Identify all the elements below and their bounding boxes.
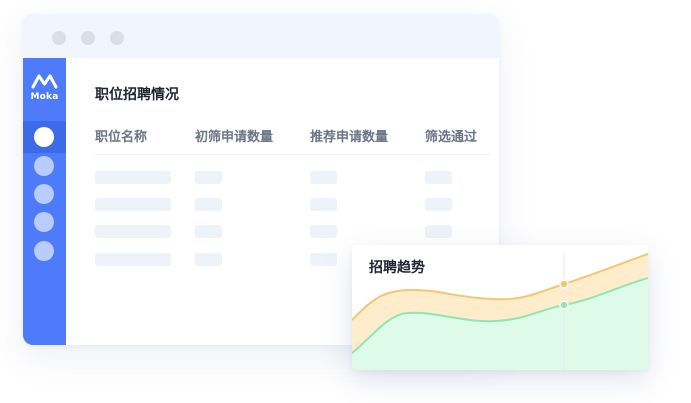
cell-placeholder xyxy=(195,198,222,211)
upper-series-marker[interactable] xyxy=(559,279,569,289)
sidebar-nav-item[interactable] xyxy=(34,184,54,204)
cell-placeholder xyxy=(425,171,452,184)
lower-series-marker[interactable] xyxy=(559,300,569,310)
moka-logo-mark-icon xyxy=(31,74,58,89)
sidebar-nav-item[interactable] xyxy=(34,212,54,232)
cell-placeholder xyxy=(95,225,171,238)
cell-placeholder xyxy=(310,225,337,238)
cell-placeholder xyxy=(310,171,337,184)
cell-placeholder xyxy=(95,171,171,184)
column-header-position-name: 职位名称 xyxy=(95,130,148,145)
cell-placeholder xyxy=(425,225,452,238)
cell-placeholder xyxy=(310,198,337,211)
page-title: 职位招聘情况 xyxy=(95,87,179,103)
trend-card-title: 招聘趋势 xyxy=(369,260,425,276)
column-header-referral-count: 推荐申请数量 xyxy=(310,130,389,145)
window-control-dot[interactable] xyxy=(81,31,95,45)
trend-card: 招聘趋势 xyxy=(352,245,648,370)
table-divider xyxy=(95,154,490,155)
column-header-passed: 筛选通过 xyxy=(425,130,478,145)
cell-placeholder xyxy=(195,225,222,238)
window-titlebar xyxy=(23,14,499,58)
window-control-dot[interactable] xyxy=(110,31,124,45)
cell-placeholder xyxy=(195,253,222,266)
cell-placeholder xyxy=(310,253,337,266)
sidebar-nav-item[interactable] xyxy=(34,156,54,176)
cell-placeholder xyxy=(95,253,171,266)
sidebar-nav-item[interactable] xyxy=(34,241,54,261)
sidebar-nav-item-active[interactable] xyxy=(34,127,54,147)
moka-logo[interactable]: Moka xyxy=(23,72,66,112)
column-header-screening-count: 初筛申请数量 xyxy=(195,130,274,145)
logo-text: Moka xyxy=(30,92,59,102)
cell-placeholder xyxy=(95,198,171,211)
cell-placeholder xyxy=(195,171,222,184)
sidebar: Moka xyxy=(23,58,66,345)
window-control-dot[interactable] xyxy=(52,31,66,45)
cell-placeholder xyxy=(425,198,452,211)
